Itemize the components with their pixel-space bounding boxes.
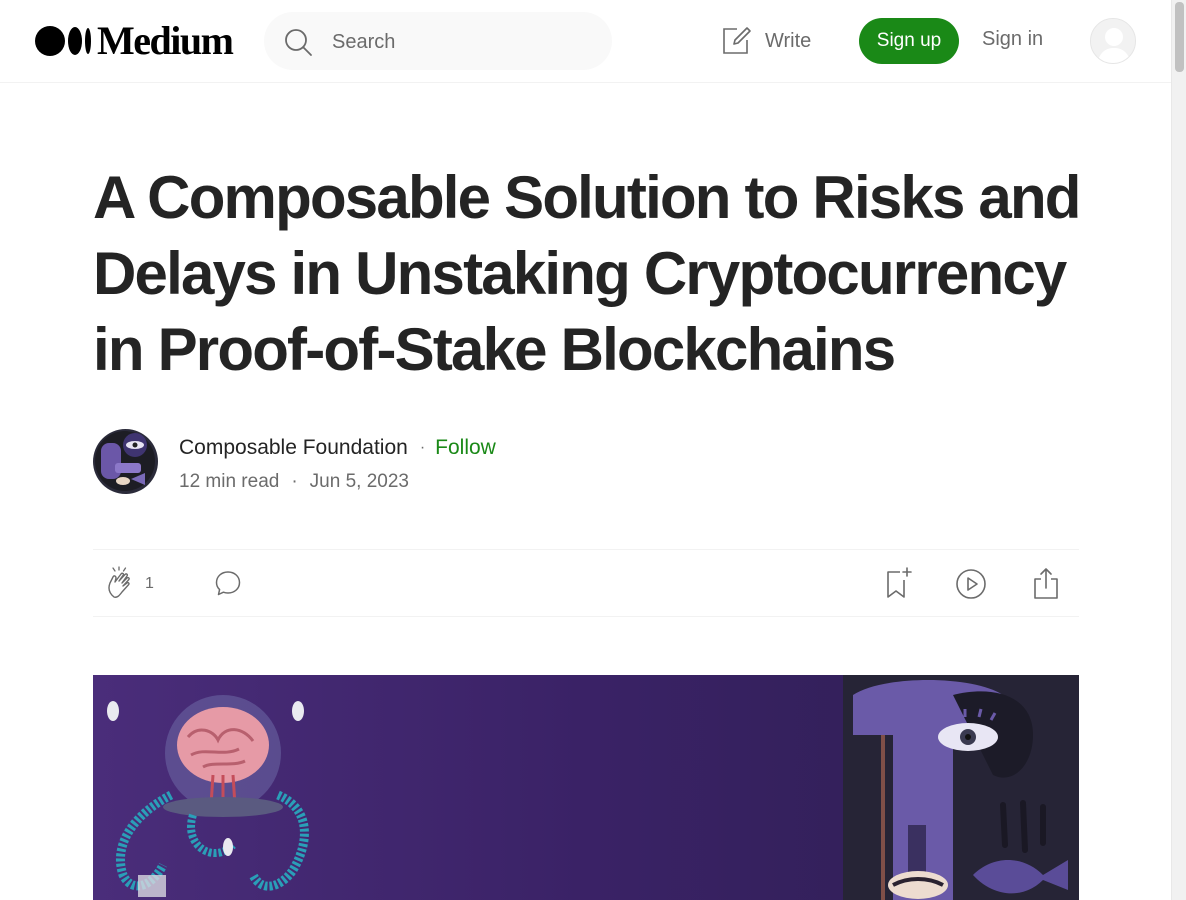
comment-icon[interactable] bbox=[214, 569, 242, 597]
write-label: Write bbox=[765, 29, 812, 52]
play-icon[interactable] bbox=[955, 568, 987, 600]
article-action-bar: 1 bbox=[93, 549, 1079, 617]
scrollbar-thumb[interactable] bbox=[1175, 2, 1184, 72]
separator-dot: · bbox=[291, 471, 298, 492]
read-time: 12 min read bbox=[179, 471, 280, 492]
search-box[interactable] bbox=[264, 12, 612, 70]
page-scrollbar[interactable] bbox=[1171, 0, 1186, 900]
share-icon[interactable] bbox=[1031, 566, 1061, 600]
bookmark-add-icon[interactable] bbox=[884, 566, 914, 600]
top-navigation: Medium Write Sign up Sign in bbox=[0, 0, 1171, 83]
medium-logo[interactable]: Medium bbox=[35, 18, 234, 63]
article-title: A Composable Solution to Risks and Delay… bbox=[93, 164, 1081, 383]
author-line: Composable Foundation · Follow bbox=[179, 436, 496, 460]
search-icon bbox=[285, 29, 312, 56]
search-input[interactable] bbox=[332, 29, 592, 55]
medium-logo-text: Medium bbox=[97, 18, 234, 63]
clap-icon[interactable] bbox=[105, 566, 137, 600]
write-icon bbox=[723, 27, 751, 54]
default-avatar-icon bbox=[1091, 19, 1135, 63]
clap-count[interactable]: 1 bbox=[145, 575, 154, 593]
separator-dot: · bbox=[419, 439, 426, 456]
author-name[interactable]: Composable Foundation bbox=[179, 436, 408, 460]
author-avatar-image bbox=[93, 429, 158, 494]
follow-button[interactable]: Follow bbox=[435, 436, 496, 460]
sign-up-button[interactable]: Sign up bbox=[859, 18, 959, 64]
write-button[interactable]: Write bbox=[720, 24, 811, 58]
sign-in-link[interactable]: Sign in bbox=[982, 28, 1043, 51]
hero-illustration bbox=[93, 675, 1079, 900]
publish-date: Jun 5, 2023 bbox=[309, 471, 409, 492]
user-avatar-button[interactable] bbox=[1090, 18, 1136, 64]
article-meta: 12 min read · Jun 5, 2023 bbox=[179, 471, 409, 493]
medium-logo-mark bbox=[35, 26, 91, 56]
article-hero-image bbox=[93, 675, 1079, 900]
author-avatar[interactable] bbox=[93, 429, 158, 494]
